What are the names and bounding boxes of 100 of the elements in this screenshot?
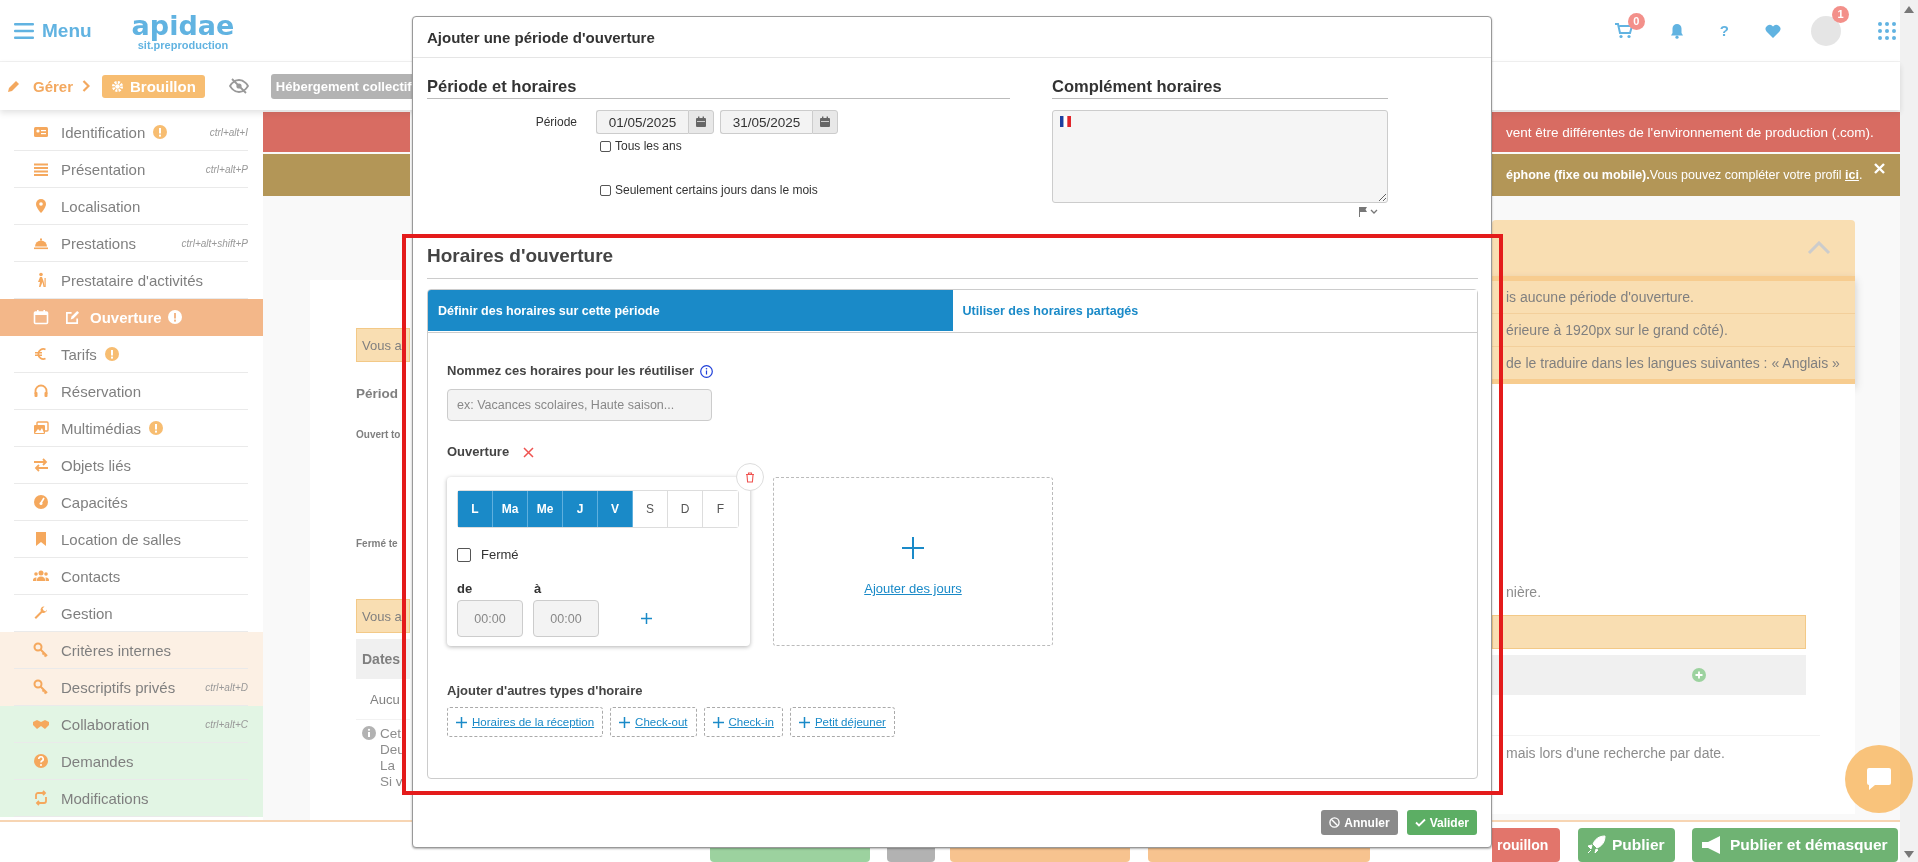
checkbox[interactable]: [457, 547, 471, 562]
chat-icon: [1866, 767, 1892, 791]
sidebar-item[interactable]: Collaboration ctrl+alt+C: [0, 706, 263, 743]
sidebar-item[interactable]: Réservation: [0, 373, 263, 410]
sidebar-item[interactable]: Demandes: [0, 743, 263, 780]
sidebar-item[interactable]: Objets liés: [0, 447, 263, 484]
count-badge: 0: [1627, 12, 1645, 30]
cancel-button[interactable]: Annuler: [1321, 810, 1398, 835]
notifications-button[interactable]: [1669, 22, 1684, 39]
help-button[interactable]: ?: [1719, 22, 1729, 39]
language-button[interactable]: [1358, 207, 1378, 217]
add-days-link[interactable]: Ajouter des jours: [864, 581, 962, 596]
day-toggle[interactable]: L: [458, 491, 493, 527]
apps-grid-icon[interactable]: [1878, 21, 1896, 40]
plus-icon: [619, 716, 631, 728]
add-schedule-type-button[interactable]: Petit déjeuner: [789, 707, 895, 737]
sidebar-item[interactable]: Multimédias: [0, 410, 263, 447]
sidebar-item[interactable]: Tarifs: [0, 336, 263, 373]
plus-icon: [712, 716, 724, 728]
shortcut-label: ctrl+alt+D: [205, 681, 248, 693]
menu-button[interactable]: Menu: [14, 19, 92, 42]
users-icon: [33, 568, 49, 584]
sidebar-item[interactable]: Modifications: [0, 780, 263, 817]
add-schedule-type-button[interactable]: Check-out: [610, 707, 697, 737]
day-toggle[interactable]: J: [563, 491, 598, 527]
sidebar-item[interactable]: Présentation ctrl+alt+P: [0, 151, 263, 188]
calendar-button[interactable]: [688, 110, 714, 134]
sidebar-item[interactable]: Localisation: [0, 188, 263, 225]
bookmark-icon: [33, 531, 49, 547]
delete-button[interactable]: [736, 463, 764, 491]
scroll-up-arrow[interactable]: [1904, 6, 1914, 13]
field-label: Ouverture: [447, 443, 510, 461]
day-toggle[interactable]: Me: [528, 491, 563, 527]
info-icon: [362, 726, 376, 740]
alert-text: de le traduire dans les langues suivantes : « Anglais »: [1505, 354, 1841, 373]
french-flag-icon: [1060, 116, 1071, 127]
publish-button[interactable]: Publier: [1578, 828, 1675, 862]
question-icon: [33, 753, 49, 769]
field-label: Nommez ces horaires pour les réutiliser: [447, 362, 695, 380]
sidebar-item[interactable]: Identification ctrl+alt+I: [0, 114, 263, 151]
confirm-button[interactable]: Valider: [1406, 810, 1477, 835]
section-heading: Horaires d'ouverture: [427, 244, 1478, 279]
sidebar-item[interactable]: Critères internes: [0, 632, 263, 669]
sidebar-item[interactable]: Contacts: [0, 558, 263, 595]
notice-text: Vous a: [356, 599, 410, 633]
info-text: nière.: [1506, 584, 1542, 600]
add-schedule-type-button[interactable]: Check-in: [703, 707, 783, 737]
favorites-button[interactable]: [1765, 23, 1781, 38]
checkbox[interactable]: [600, 184, 611, 196]
swap-arrows-icon: [33, 457, 49, 473]
date-field[interactable]: 31/05/2025: [720, 110, 812, 134]
info-text: Cet: [380, 726, 402, 742]
time-field[interactable]: 00:00: [533, 600, 599, 637]
alert-text: érieure à 1920px sur le grand côté).: [1492, 314, 1855, 347]
breadcrumb-link[interactable]: Gérer: [33, 77, 74, 95]
field-label: de: [457, 581, 474, 597]
scroll-down-arrow[interactable]: [1904, 851, 1914, 858]
checkbox-label: Fermé: [481, 547, 519, 562]
publish-button[interactable]: Publier et démasquer: [1692, 828, 1898, 862]
field-label: Période: [534, 115, 577, 129]
field-label: Ajouter d'autres types d'horaire: [447, 682, 644, 700]
sidebar-item[interactable]: Descriptifs privés ctrl+alt+D: [0, 669, 263, 706]
profile-link[interactable]: ici: [1845, 168, 1859, 182]
refresh-icon: [33, 790, 49, 806]
sidebar-item[interactable]: Prestations ctrl+alt+shift+P: [0, 225, 263, 262]
wrench-icon: [33, 605, 49, 621]
field-label: Ouvert to: [356, 429, 402, 440]
rocket-icon: [1586, 835, 1606, 855]
draft-button[interactable]: rouillon: [1492, 828, 1560, 862]
close-icon[interactable]: [523, 446, 535, 458]
map-pin-icon: [33, 198, 49, 214]
pencil-icon: [7, 79, 21, 93]
calendar-icon: [819, 116, 831, 128]
checkbox[interactable]: [600, 140, 611, 152]
day-toggle[interactable]: V: [598, 491, 633, 527]
field-label: Fermé te: [356, 538, 399, 549]
date-field[interactable]: 01/05/2025: [596, 110, 688, 134]
info-text: Si v: [380, 774, 404, 790]
notice-text: éphone (fixe ou mobile).Vous pouvez compléter votre profil ici.: [1506, 168, 1863, 182]
sidebar-item[interactable]: Capacités: [0, 484, 263, 521]
sidebar-item[interactable]: Location de salles: [0, 521, 263, 558]
add-schedule-type-button[interactable]: Horaires de la réception: [447, 707, 604, 737]
plus-icon[interactable]: [902, 537, 924, 559]
day-toggle[interactable]: Ma: [493, 491, 528, 527]
calendar-button[interactable]: [812, 110, 838, 134]
calendar-icon: [695, 116, 707, 128]
input-field[interactable]: ex: Vacances scolaires, Haute saison...: [447, 389, 712, 421]
time-field[interactable]: 00:00: [457, 600, 523, 637]
alert-text: is aucune période d'ouverture.: [1492, 281, 1855, 314]
plus-icon: [456, 716, 467, 728]
key-icon: [33, 679, 49, 695]
info-text: mais lors d'une recherche par date.: [1506, 745, 1725, 761]
tab[interactable]: Définir des horaires sur cette période: [428, 290, 953, 331]
images-icon: [33, 420, 49, 436]
cart-button[interactable]: [1614, 22, 1633, 39]
shortcut-label: ctrl+alt+P: [205, 163, 248, 175]
info-icon[interactable]: [700, 364, 714, 378]
eye-slash-icon[interactable]: [228, 78, 249, 94]
plus-icon[interactable]: [641, 613, 652, 624]
checkbox-label: Seulement certains jours dans le mois: [615, 183, 818, 197]
